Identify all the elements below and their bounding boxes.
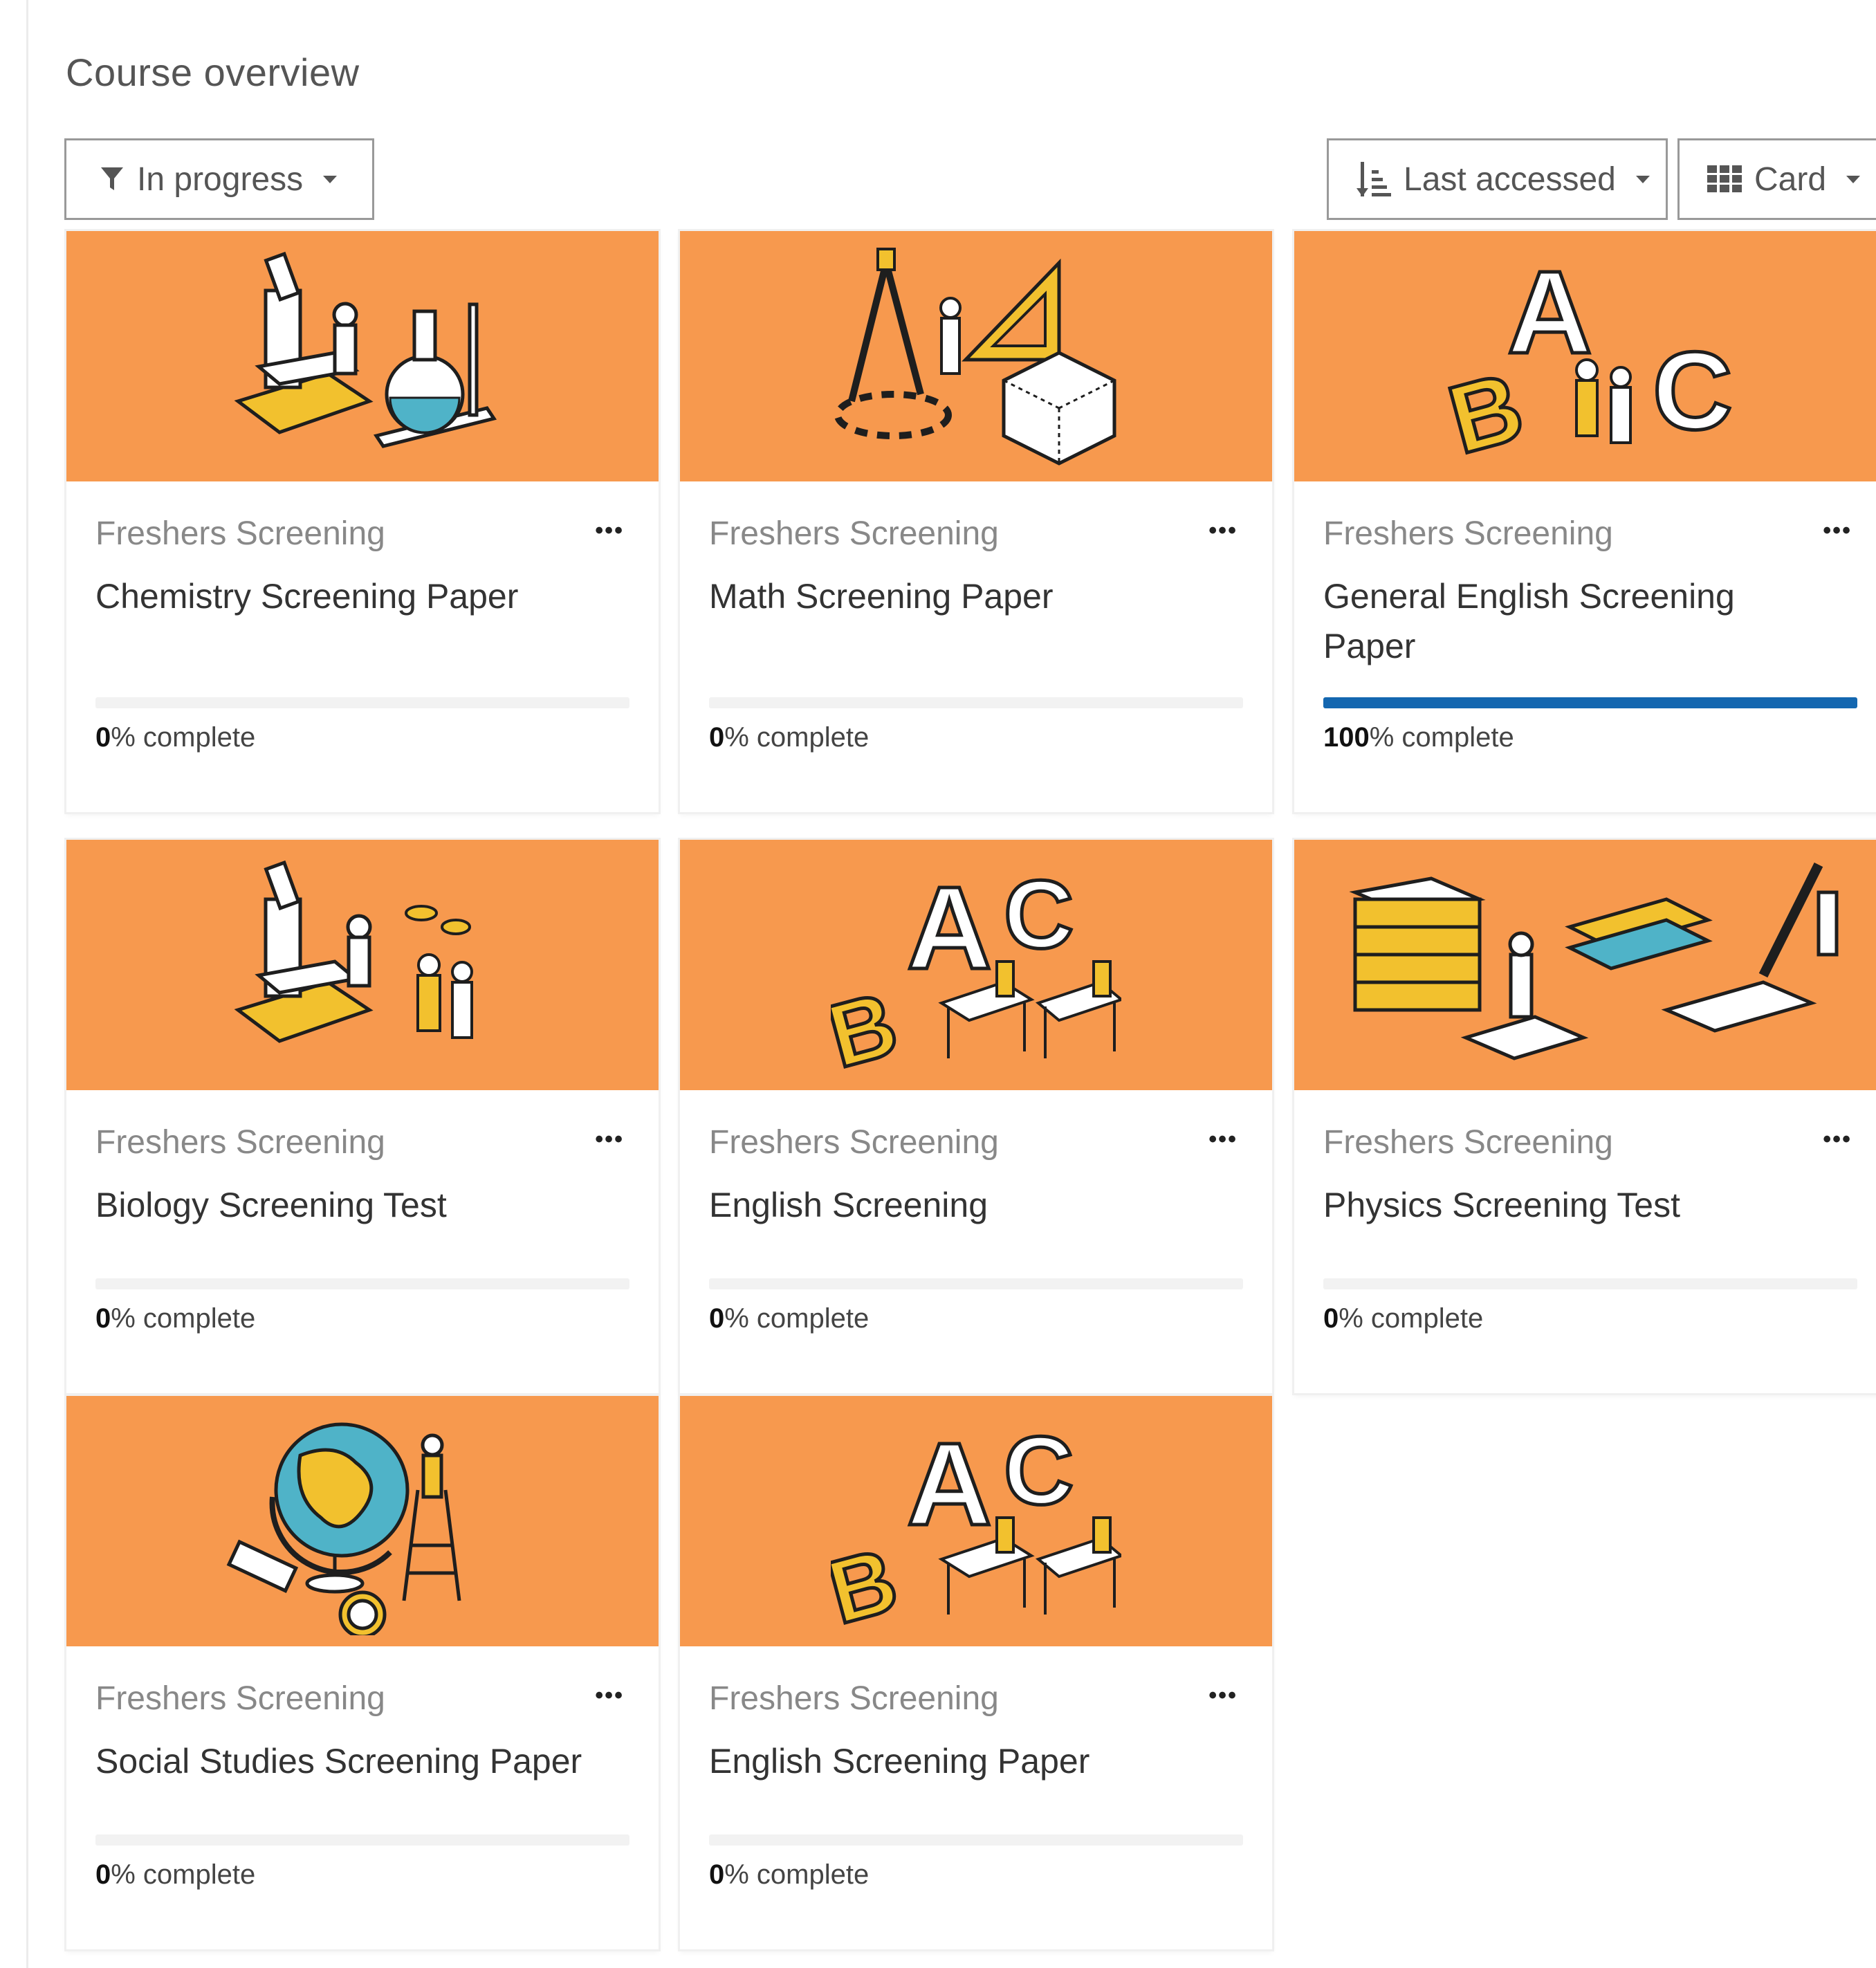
progress-text: 100% complete bbox=[1323, 722, 1514, 753]
progress-suffix: % complete bbox=[1339, 1303, 1484, 1334]
progress-value: 0 bbox=[95, 1859, 111, 1890]
course-title[interactable]: General English Screening Paper bbox=[1323, 571, 1821, 671]
course-card[interactable]: Freshers Screening ••• Biology Screening T… bbox=[66, 840, 659, 1393]
course-category: Freshers Screening bbox=[709, 515, 999, 552]
page-title: Course overview bbox=[66, 50, 360, 94]
course-category: Freshers Screening bbox=[709, 1680, 999, 1717]
progress-text: 0% complete bbox=[95, 722, 255, 753]
progress-value: 0 bbox=[709, 1859, 725, 1890]
view-dropdown[interactable]: Card bbox=[1677, 138, 1876, 220]
svg-text:A: A bbox=[907, 863, 992, 994]
abc-illustration[interactable]: A B C bbox=[1294, 231, 1876, 481]
progress-bar bbox=[95, 1278, 629, 1289]
sort-label: Last accessed bbox=[1404, 160, 1616, 198]
progress-suffix: % complete bbox=[111, 722, 256, 753]
progress-suffix: % complete bbox=[1369, 722, 1514, 753]
course-card[interactable]: Freshers Screening ••• Social Studies Scre… bbox=[66, 1396, 659, 1949]
sort-icon bbox=[1357, 160, 1391, 198]
progress-value: 0 bbox=[709, 1303, 725, 1334]
progress-value: 0 bbox=[95, 1303, 111, 1334]
svg-text:B: B bbox=[831, 973, 907, 1079]
progress-suffix: % complete bbox=[111, 1303, 256, 1334]
progress-suffix: % complete bbox=[724, 722, 870, 753]
progress-text: 0% complete bbox=[709, 1303, 869, 1334]
svg-text:A: A bbox=[907, 1419, 992, 1550]
course-title[interactable]: English Screening bbox=[709, 1180, 1207, 1230]
progress-bar bbox=[95, 1834, 629, 1846]
left-divider bbox=[26, 0, 28, 1968]
course-card[interactable]: Freshers Screening ••• Physics Screening T… bbox=[1294, 840, 1876, 1393]
course-category: Freshers Screening bbox=[95, 1124, 385, 1161]
progress-text: 0% complete bbox=[709, 722, 869, 753]
progress-text: 0% complete bbox=[95, 1303, 255, 1334]
progress-suffix: % complete bbox=[724, 1859, 870, 1890]
chevron-down-icon bbox=[1846, 174, 1861, 184]
more-options-icon[interactable]: ••• bbox=[595, 517, 624, 544]
course-title[interactable]: Physics Screening Test bbox=[1323, 1180, 1821, 1230]
progress-suffix: % complete bbox=[724, 1303, 870, 1334]
course-category: Freshers Screening bbox=[95, 515, 385, 552]
progress-suffix: % complete bbox=[111, 1859, 256, 1890]
progress-text: 0% complete bbox=[95, 1859, 255, 1891]
course-title[interactable]: Biology Screening Test bbox=[95, 1180, 594, 1230]
svg-text:C: C bbox=[1004, 1416, 1074, 1525]
progress-bar bbox=[709, 697, 1243, 708]
progress-bar bbox=[709, 1278, 1243, 1289]
course-card[interactable]: Freshers Screening ••• Math Screening Pape… bbox=[680, 231, 1272, 812]
svg-text:C: C bbox=[1004, 860, 1074, 968]
course-category: Freshers Screening bbox=[1323, 1124, 1613, 1161]
course-card[interactable]: A C B Freshers Screening ••• English Scree… bbox=[680, 840, 1272, 1393]
progress-value: 0 bbox=[95, 722, 111, 753]
course-card[interactable]: Freshers Screening ••• Chemistry Screening… bbox=[66, 231, 659, 812]
course-category: Freshers Screening bbox=[1323, 515, 1613, 552]
course-category: Freshers Screening bbox=[95, 1680, 385, 1717]
biology-illustration[interactable] bbox=[66, 840, 659, 1090]
progress-value: 0 bbox=[709, 722, 725, 753]
course-card[interactable]: A C B Freshers Screening ••• English Scree… bbox=[680, 1396, 1272, 1949]
view-label: Card bbox=[1754, 160, 1827, 198]
chemistry-illustration[interactable] bbox=[66, 231, 659, 481]
progress-text: 0% complete bbox=[1323, 1303, 1483, 1334]
course-card[interactable]: A B C Freshers Screening ••• General Engli… bbox=[1294, 231, 1876, 812]
course-title[interactable]: Chemistry Screening Paper bbox=[95, 571, 594, 621]
course-title[interactable]: English Screening Paper bbox=[709, 1736, 1207, 1786]
grid-icon bbox=[1707, 165, 1742, 193]
more-options-icon[interactable]: ••• bbox=[1823, 1126, 1852, 1153]
more-options-icon[interactable]: ••• bbox=[1823, 517, 1852, 544]
math-illustration[interactable] bbox=[680, 231, 1272, 481]
more-options-icon[interactable]: ••• bbox=[1208, 1126, 1238, 1153]
abc-desks-illustration[interactable]: A C B bbox=[680, 1396, 1272, 1646]
chevron-down-icon bbox=[1635, 174, 1650, 184]
course-title[interactable]: Social Studies Screening Paper bbox=[95, 1736, 594, 1786]
filter-icon bbox=[100, 165, 125, 193]
sort-dropdown[interactable]: Last accessed bbox=[1327, 138, 1668, 220]
svg-text:A: A bbox=[1507, 247, 1592, 378]
progress-bar bbox=[709, 1834, 1243, 1846]
more-options-icon[interactable]: ••• bbox=[595, 1682, 624, 1709]
chevron-down-icon bbox=[322, 174, 338, 184]
course-title[interactable]: Math Screening Paper bbox=[709, 571, 1207, 621]
progress-value: 100 bbox=[1323, 722, 1370, 753]
progress-bar-fill bbox=[1323, 697, 1857, 708]
books-illustration[interactable] bbox=[1294, 840, 1876, 1090]
progress-value: 0 bbox=[1323, 1303, 1339, 1334]
filter-dropdown[interactable]: In progress bbox=[64, 138, 374, 220]
course-category: Freshers Screening bbox=[709, 1124, 999, 1161]
svg-text:B: B bbox=[831, 1529, 907, 1635]
progress-bar bbox=[1323, 1278, 1857, 1289]
more-options-icon[interactable]: ••• bbox=[595, 1126, 624, 1153]
svg-text:C: C bbox=[1653, 329, 1733, 452]
progress-bar bbox=[1323, 697, 1857, 708]
abc-desks-illustration[interactable]: A C B bbox=[680, 840, 1272, 1090]
course-overview-page: Course overview In progress Last accesse… bbox=[0, 0, 1876, 1968]
globe-illustration[interactable] bbox=[66, 1396, 659, 1646]
more-options-icon[interactable]: ••• bbox=[1208, 517, 1238, 544]
progress-bar bbox=[95, 697, 629, 708]
more-options-icon[interactable]: ••• bbox=[1208, 1682, 1238, 1709]
filter-label: In progress bbox=[137, 160, 304, 198]
progress-text: 0% complete bbox=[709, 1859, 869, 1891]
